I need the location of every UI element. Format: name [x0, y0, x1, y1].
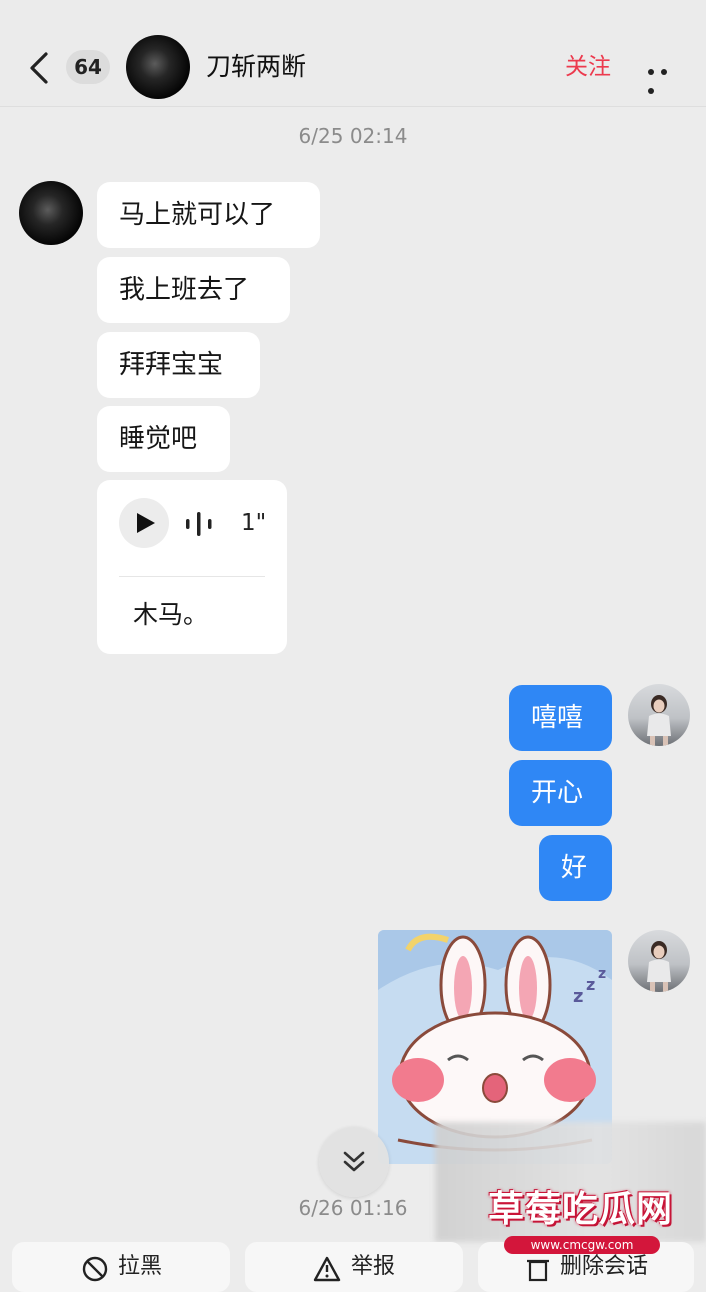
more-options-button[interactable]	[648, 60, 686, 94]
voice-transcript: 木马。	[133, 600, 209, 629]
more-dots-icon	[648, 69, 654, 75]
message-bubble-outgoing[interactable]: 嘻嘻	[509, 685, 612, 751]
chevron-left-icon	[30, 52, 48, 84]
contact-avatar[interactable]	[126, 35, 190, 99]
message-bubble-outgoing[interactable]: 好	[539, 835, 612, 901]
double-chevron-down-icon	[343, 1151, 365, 1172]
person-photo-icon	[647, 695, 671, 746]
contact-name[interactable]: 刀斩两断	[206, 48, 306, 86]
watermark-title: 草莓吃瓜网	[488, 1189, 674, 1230]
unread-count-badge[interactable]: 64	[66, 50, 110, 84]
play-icon	[137, 513, 155, 533]
block-icon	[82, 1256, 108, 1282]
voice-message-bubble[interactable]: 1" 木马。	[97, 480, 287, 654]
site-watermark-logo: 草莓吃瓜网 www.cmcgw.com	[488, 1186, 684, 1256]
voice-duration: 1"	[241, 510, 267, 536]
svg-text:z: z	[598, 966, 606, 982]
report-label: 举报	[351, 1254, 396, 1279]
svg-text:z: z	[573, 986, 583, 1007]
message-bubble-incoming[interactable]: 马上就可以了	[97, 182, 320, 248]
sender-avatar[interactable]	[19, 181, 83, 245]
follow-button[interactable]: 关注	[565, 48, 611, 86]
person-photo-icon	[647, 941, 671, 992]
divider	[119, 576, 265, 577]
warning-icon	[313, 1256, 341, 1282]
watermark-url: www.cmcgw.com	[504, 1236, 660, 1254]
report-button[interactable]: 举报	[245, 1242, 463, 1292]
my-avatar[interactable]	[628, 684, 690, 746]
play-button[interactable]	[119, 498, 169, 548]
chat-header: 64 刀斩两断 关注	[0, 0, 706, 107]
back-button[interactable]	[24, 48, 54, 88]
waveform-icon	[186, 512, 212, 536]
message-timestamp: 6/25 02:14	[298, 124, 408, 148]
message-bubble-incoming[interactable]: 睡觉吧	[97, 406, 230, 472]
block-button[interactable]: 拉黑	[12, 1242, 230, 1292]
trash-icon	[527, 1259, 549, 1282]
message-bubble-outgoing[interactable]: 开心	[509, 760, 612, 826]
message-bubble-incoming[interactable]: 拜拜宝宝	[97, 332, 260, 398]
my-avatar[interactable]	[628, 930, 690, 992]
svg-text:z: z	[586, 975, 595, 994]
scroll-to-bottom-button[interactable]	[319, 1127, 389, 1197]
more-dot	[648, 88, 654, 94]
more-dot	[661, 69, 667, 75]
message-bubble-incoming[interactable]: 我上班去了	[97, 257, 290, 323]
block-label: 拉黑	[118, 1254, 163, 1279]
